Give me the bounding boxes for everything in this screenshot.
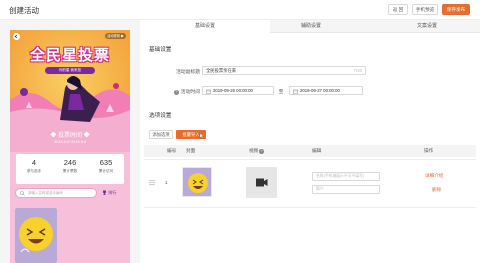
end-time-field[interactable]: 2019-09-27 00:00:00 xyxy=(289,86,363,95)
help-icon: ? xyxy=(259,149,264,154)
settings-tabs: 基础设置 辅助设置 文案设置 xyxy=(140,20,480,33)
vote-time-value: 2019.9.3~2019.9.5 xyxy=(54,140,86,144)
rules-badge[interactable]: 活动规则 ▶ xyxy=(105,33,126,39)
calendar-icon xyxy=(206,89,211,94)
rank-link[interactable]: 排行 xyxy=(102,190,117,196)
mobile-preview: 活动规则 ▶ 全民星投票 你的星 我来投 ◆ 投票时间 ◆ 2019.9.3~2… xyxy=(10,30,130,263)
basic-section-title: 基础设置 xyxy=(149,47,172,53)
back-icon[interactable] xyxy=(13,33,20,40)
banner-subhead: 你的星 我来投 xyxy=(45,67,95,74)
video-icon xyxy=(256,178,268,187)
subtitle-label: 活动副标题 xyxy=(176,70,200,75)
tab-copywriting[interactable]: 文案设置 xyxy=(362,20,480,33)
vote-time-title: ◆ 投票时间 ◆ xyxy=(50,133,90,139)
option-name-input[interactable]: 名称(手机端展示不可不填写) xyxy=(312,172,380,181)
subtitle-counter: 7/20 xyxy=(353,68,362,73)
tab-auxiliary[interactable]: 辅助设置 xyxy=(246,20,376,33)
delete-link[interactable]: 删除 xyxy=(432,187,441,193)
stat-votes: 246 累计票数 xyxy=(62,158,78,173)
cursor-icon xyxy=(199,133,204,139)
cover-thumbnail[interactable] xyxy=(182,167,212,197)
trophy-icon xyxy=(103,190,106,196)
mobile-preview-button[interactable]: 手机预览 xyxy=(412,4,438,15)
page-title: 创建活动 xyxy=(9,6,39,15)
settings-panel: 基础设置 辅助设置 文案设置 基础设置 活动副标题 全民投票亲在来 7/20 ?… xyxy=(140,20,480,263)
time-label: ? 活动时间 xyxy=(173,90,200,95)
row-divider xyxy=(144,207,476,208)
col-video: 视频 ? xyxy=(249,148,264,154)
top-bar: 创建活动 返 回 手机预览 保存发布 xyxy=(0,0,480,20)
preview-banner: 活动规则 ▶ 全民星投票 你的星 我来投 xyxy=(10,30,130,122)
emoji-avatar xyxy=(15,208,57,263)
back-button[interactable]: 返 回 xyxy=(388,4,408,15)
stats-card: 4 参与选手 246 累计票数 635 累计访问 xyxy=(16,154,124,184)
start-time-field[interactable]: 2019-09-26 00:00:00 xyxy=(202,86,274,95)
save-publish-button[interactable]: 保存发布 xyxy=(442,4,470,15)
banner-headline: 全民星投票 xyxy=(29,47,110,64)
col-cover: 封面 xyxy=(186,148,196,153)
video-upload[interactable] xyxy=(246,167,277,198)
search-input[interactable]: 请输入名称或选手编号 xyxy=(15,188,97,198)
candidate-card[interactable] xyxy=(15,208,57,263)
options-section-title: 选项设置 xyxy=(149,113,172,119)
row-number: 1 xyxy=(165,180,168,185)
calendar-icon xyxy=(293,89,298,94)
option-desc-input[interactable]: 简介 xyxy=(312,185,380,194)
row-divider xyxy=(144,159,476,160)
col-number: 编号 xyxy=(167,148,177,153)
col-actions: 操作 xyxy=(424,148,434,153)
emoji-thumbnail xyxy=(183,168,211,196)
col-edit: 编辑 xyxy=(312,148,322,153)
drag-handle-icon[interactable] xyxy=(149,180,155,185)
subtitle-field[interactable]: 全民投票亲在来 7/20 xyxy=(202,66,366,75)
stat-players: 4 参与选手 xyxy=(26,158,42,173)
batch-import-button[interactable]: 批量导入 xyxy=(176,130,206,139)
time-separator: 至 xyxy=(278,90,284,95)
stat-visits: 635 累计访问 xyxy=(98,158,114,173)
detail-link[interactable]: 详细介绍 xyxy=(425,173,443,179)
add-option-button[interactable]: 添加选项 xyxy=(149,130,173,139)
search-icon xyxy=(20,191,25,196)
search-placeholder: 请输入名称或选手编号 xyxy=(28,191,63,195)
help-icon: ? xyxy=(173,90,179,95)
